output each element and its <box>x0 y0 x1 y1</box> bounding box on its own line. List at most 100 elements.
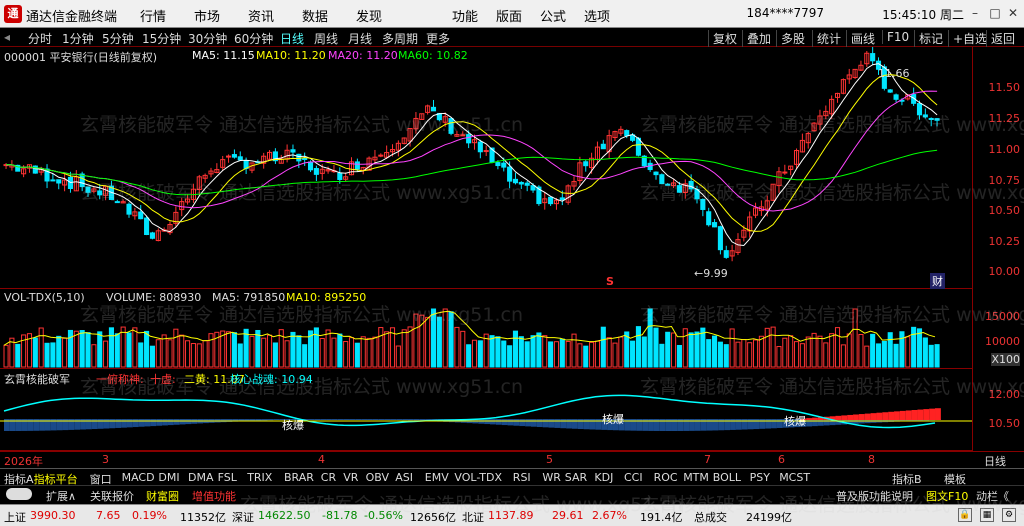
indicator-tab[interactable]: VOL-TDX <box>454 471 502 484</box>
menu-item[interactable]: 市场 <box>194 6 220 25</box>
volume-ma10: MA10: 895250 <box>286 291 367 304</box>
indicator-tab[interactable]: RSI <box>513 471 531 484</box>
indicator-tab[interactable]: DMI <box>158 471 179 484</box>
volume-bar <box>50 342 56 368</box>
volume-chart[interactable]: VOL-TDX(5,10) VOLUME: 808930 MA5: 791850… <box>0 289 972 369</box>
column-toggle[interactable]: 动栏《 <box>976 488 1009 504</box>
menu-item[interactable]: 资讯 <box>248 6 274 25</box>
edition-info-link[interactable]: 普及版功能说明 <box>836 488 913 504</box>
volume-bar <box>887 332 893 368</box>
indicator-red-bar <box>935 408 941 420</box>
indicator-tab[interactable]: KDJ <box>594 471 613 484</box>
lock-icon[interactable]: 🔒 <box>958 508 972 522</box>
toggle-switch-icon[interactable] <box>6 488 32 500</box>
indicator-tab[interactable]: PSY <box>750 471 770 484</box>
kline-plot[interactable] <box>0 47 972 289</box>
menu-item[interactable]: 发现 <box>356 6 382 25</box>
indicator-band <box>560 419 567 429</box>
wealth-circle-link[interactable]: 财富圈 <box>146 488 179 504</box>
indicator-tab[interactable]: ROC <box>654 471 678 484</box>
menu-item[interactable]: 公式 <box>540 6 566 25</box>
period-tab[interactable]: 1分钟 <box>62 30 94 47</box>
indicator-tab[interactable]: TRIX <box>247 471 272 484</box>
period-tab[interactable]: 5分钟 <box>102 30 134 47</box>
value-added-link[interactable]: 增值功能 <box>192 488 236 504</box>
sell-signal-marker[interactable]: S <box>606 275 614 288</box>
date-label: 2026年 <box>4 455 43 468</box>
indicator-tab[interactable]: MCST <box>779 471 810 484</box>
indicator-plot[interactable] <box>0 369 972 451</box>
sz-label[interactable]: 深证 <box>232 509 254 525</box>
period-tab[interactable]: 月线 <box>348 30 372 47</box>
period-tab[interactable]: 更多 <box>426 30 450 47</box>
toolbar-button[interactable]: 画线 <box>846 30 879 47</box>
menu-item[interactable]: 数据 <box>302 6 328 25</box>
extension-toggle[interactable]: 扩展∧ <box>46 488 76 504</box>
period-tab[interactable]: 15分钟 <box>142 30 181 47</box>
candle-body <box>507 166 513 182</box>
menu-item[interactable]: 选项 <box>584 6 610 25</box>
indicator-tab[interactable]: DMA <box>188 471 214 484</box>
date-label: 3 <box>102 453 109 466</box>
minimize-icon[interactable]: – <box>966 4 984 22</box>
indicator-band <box>812 419 818 427</box>
related-quotes-link[interactable]: 关联报价 <box>90 488 134 504</box>
menu-item[interactable]: 行情 <box>140 6 166 25</box>
kline-chart[interactable]: 000001 平安银行(日线前复权) MA5: 11.15 MA10: 11.2… <box>0 47 972 289</box>
indicator-tab[interactable]: WR <box>542 471 561 484</box>
indicator-tab[interactable]: BOLL <box>713 471 741 484</box>
period-tab-selected[interactable]: 日线 <box>280 30 304 47</box>
indicator-band <box>314 419 321 420</box>
sh-label[interactable]: 上证 <box>4 509 26 525</box>
period-tab[interactable]: 分时 <box>28 30 52 47</box>
candle-body <box>307 161 314 171</box>
account-id[interactable]: 184****7797 <box>747 6 824 20</box>
toolbar-button[interactable]: 复权 <box>708 30 741 47</box>
f10-link[interactable]: 图文F10 <box>926 488 968 504</box>
toolbar-button[interactable]: +自选 <box>948 30 991 47</box>
bz-label[interactable]: 北证 <box>462 509 484 525</box>
collapse-icon[interactable]: ◂ <box>4 30 10 44</box>
nuclear-signal-marker: 核爆 <box>602 413 624 426</box>
indicator-tab[interactable]: MTM <box>683 471 709 484</box>
indicator-tab[interactable]: ASI <box>395 471 413 484</box>
toolbar-button[interactable]: 叠加 <box>742 30 775 47</box>
indicator-tab[interactable]: CCI <box>624 471 643 484</box>
indicator-band <box>413 419 420 421</box>
indicator-name[interactable]: 玄霄核能破军 <box>4 371 70 387</box>
period-tab[interactable]: 60分钟 <box>234 30 273 47</box>
period-tab[interactable]: 周线 <box>314 30 338 47</box>
settings-icon[interactable]: ⚙ <box>1002 508 1016 522</box>
indicator-tab[interactable]: EMV <box>425 471 449 484</box>
menu-item[interactable]: 版面 <box>496 6 522 25</box>
sz-amount: 12656亿 <box>410 511 456 524</box>
toolbar-button[interactable]: 统计 <box>812 30 845 47</box>
candle-body <box>782 171 788 174</box>
toolbar-button[interactable]: 标记 <box>914 30 947 47</box>
volume-bar <box>149 345 155 368</box>
menu-item[interactable]: 功能 <box>452 6 478 25</box>
indicator-tab[interactable]: CR <box>321 471 336 484</box>
indicator-band <box>566 419 572 429</box>
period-tab[interactable]: 30分钟 <box>188 30 227 47</box>
indicator-tab[interactable]: VR <box>343 471 358 484</box>
indicator-tab[interactable]: MACD <box>122 471 155 484</box>
grid-icon[interactable]: ▦ <box>980 508 994 522</box>
volume-indicator-name[interactable]: VOL-TDX(5,10) <box>4 291 85 304</box>
toolbar-button[interactable]: 多股 <box>776 30 809 47</box>
toolbar-button[interactable]: F10 <box>882 30 913 44</box>
indicator-tab[interactable]: SAR <box>565 471 587 484</box>
close-icon[interactable]: ✕ <box>1004 4 1022 22</box>
financial-report-marker[interactable]: 财 <box>930 273 945 289</box>
volume-bar <box>583 345 589 368</box>
indicator-axis: 12.00 10.50 <box>972 369 1024 451</box>
indicator-tab[interactable]: FSL <box>218 471 237 484</box>
indicator-tab[interactable]: OBV <box>366 471 389 484</box>
indicator-chart[interactable]: 玄霄核能破军 一俯称神: 十虚: 二黄: 11.07 核心战魂: 10.94 核… <box>0 369 972 451</box>
indicator-red-bar <box>929 408 936 420</box>
toolbar-button[interactable]: 返回 <box>986 30 1019 47</box>
maximize-icon[interactable]: □ <box>986 4 1004 22</box>
period-tab[interactable]: 多周期 <box>382 30 418 47</box>
indicator-tab[interactable]: BRAR <box>284 471 314 484</box>
candle-body <box>97 190 103 196</box>
